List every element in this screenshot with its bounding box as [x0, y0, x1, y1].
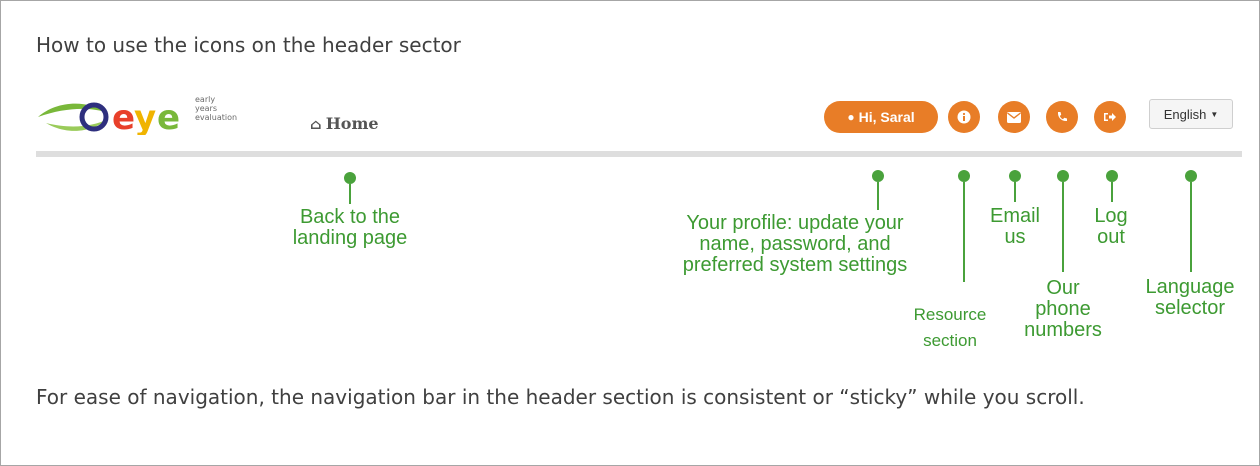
user-icon: ● — [847, 110, 855, 124]
phone-button[interactable] — [1046, 101, 1078, 133]
annotation-email-label: Email us — [989, 205, 1040, 248]
annotation-profile-label: Your profile: update your name, password… — [682, 212, 908, 276]
pin-dot — [872, 170, 884, 182]
pin-dot — [344, 172, 356, 184]
intro-text: How to use the icons on the header secto… — [36, 33, 461, 57]
pin-stem — [349, 184, 351, 204]
email-button[interactable] — [998, 101, 1030, 133]
info-icon — [957, 110, 971, 124]
logout-button[interactable] — [1094, 101, 1126, 133]
envelope-icon — [1007, 111, 1021, 123]
logo-subtitle: early years evaluation — [195, 95, 238, 122]
home-link[interactable]: ⌂ Home — [310, 114, 379, 133]
profile-label: Hi, Saral — [858, 109, 915, 125]
pin-stem — [1190, 182, 1192, 272]
language-dropdown[interactable]: English ▼ — [1149, 99, 1233, 129]
svg-text:y: y — [134, 98, 156, 135]
phone-icon — [1057, 112, 1067, 122]
pin-dot — [1009, 170, 1021, 182]
svg-text:e: e — [157, 98, 180, 135]
info-button[interactable] — [948, 101, 980, 133]
svg-text:e: e — [112, 98, 135, 135]
pin-stem — [963, 182, 965, 282]
pin-stem — [877, 182, 879, 210]
pin-stem — [1062, 182, 1064, 272]
pin-dot — [1057, 170, 1069, 182]
caret-down-icon: ▼ — [1210, 109, 1219, 119]
language-label: English — [1163, 106, 1207, 122]
logout-icon — [1104, 113, 1116, 121]
profile-button[interactable]: ● Hi, Saral — [824, 101, 938, 133]
pin-stem — [1014, 182, 1016, 202]
footer-note: For ease of navigation, the navigation b… — [36, 385, 1085, 409]
pin-dot — [1185, 170, 1197, 182]
pin-dot — [958, 170, 970, 182]
annotation-logout-label: Log out — [1094, 205, 1128, 248]
header-divider — [36, 151, 1242, 157]
home-label: Home — [325, 114, 379, 133]
annotation-language-label: Language selector — [1145, 276, 1235, 319]
annotation-home-label: Back to the landing page — [292, 206, 408, 249]
annotation-resource-label: Resource section — [913, 305, 987, 350]
eye-logo[interactable]: e y e early years evaluation — [36, 95, 256, 138]
home-icon: ⌂ — [310, 117, 322, 133]
pin-dot — [1106, 170, 1118, 182]
pin-stem — [1111, 182, 1113, 202]
annotation-phone-label: Our phone numbers — [1024, 277, 1102, 341]
